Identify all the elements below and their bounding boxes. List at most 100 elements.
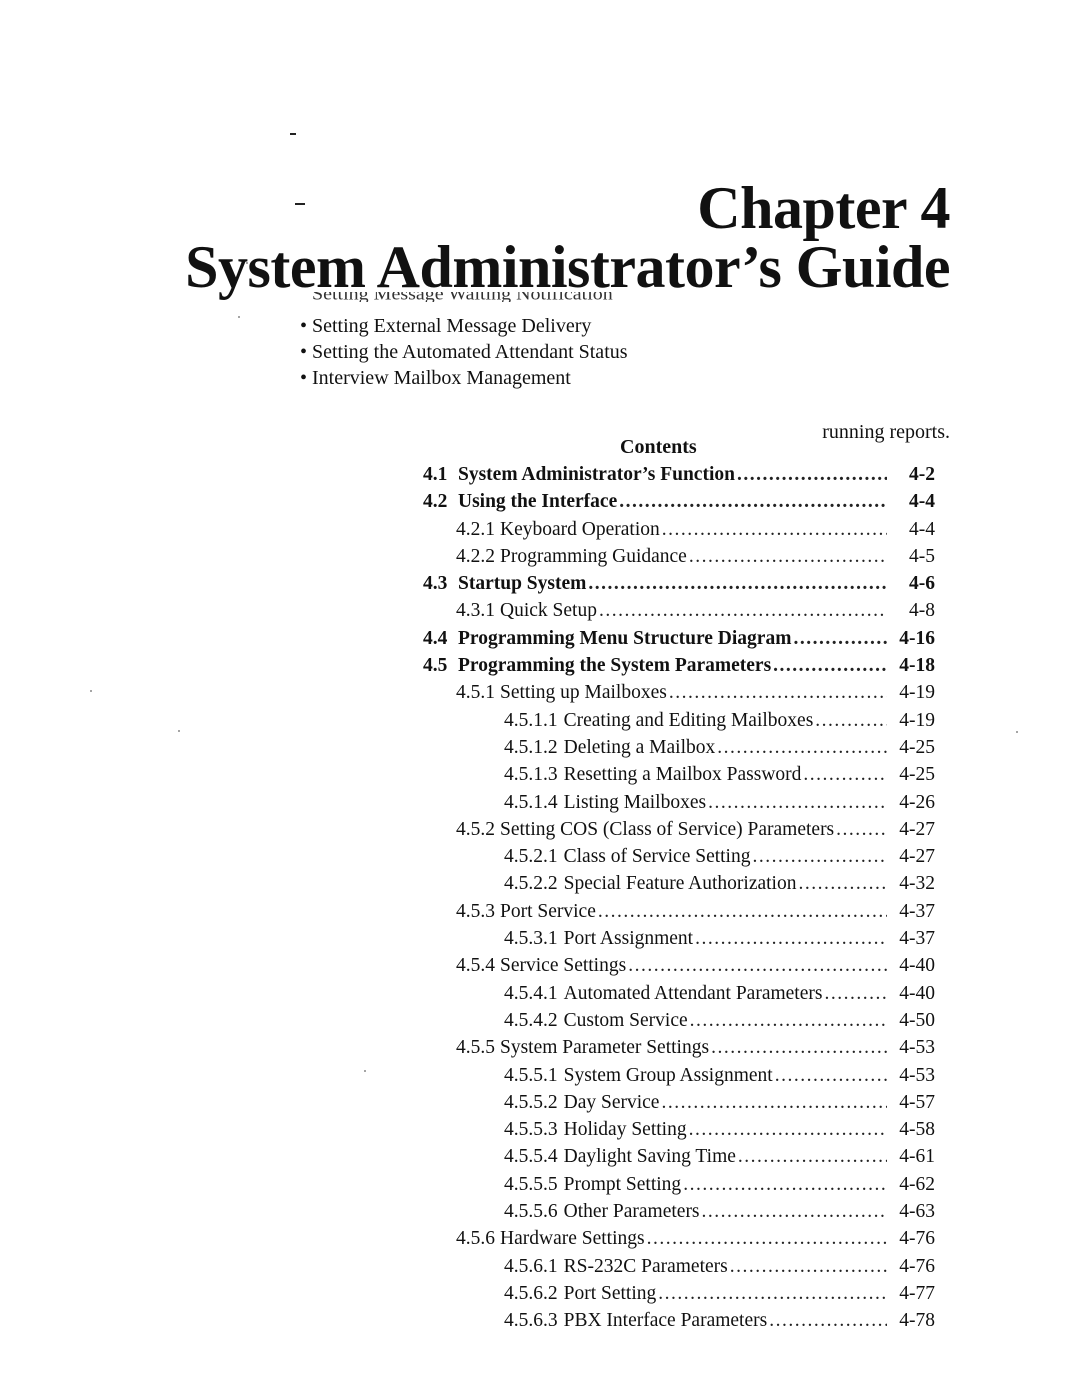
dot-leader	[803, 764, 887, 786]
toc-entry[interactable]: 4.5.6.1RS-232C Parameters 4-76	[423, 1256, 935, 1283]
toc-entry-title: Hardware Settings	[500, 1228, 645, 1250]
toc-entry[interactable]: 4.5.4Service Settings 4-40	[423, 955, 935, 982]
dot-leader	[711, 1037, 887, 1059]
toc-entry[interactable]: 4.5.1.2Deleting a Mailbox 4-25	[423, 737, 935, 764]
toc-entry[interactable]: 4.5.5.2Day Service 4-57	[423, 1092, 935, 1119]
toc-entry-number: 4.5.1.3	[504, 764, 558, 786]
dot-leader	[661, 1092, 887, 1114]
toc-entry[interactable]: 4.2 Using the Interface 4-4	[423, 491, 935, 518]
scan-speck	[178, 730, 180, 732]
toc-entry[interactable]: 4.5.6Hardware Settings 4-76	[423, 1228, 935, 1255]
toc-entry-title: System Administrator’s Function	[458, 464, 735, 485]
toc-entry-number: 4.5.1.2	[504, 736, 558, 758]
dot-leader	[730, 1256, 887, 1278]
scan-speck	[1016, 731, 1018, 733]
toc-entry-title: Creating and Editing Mailboxes	[563, 709, 814, 731]
toc-entry[interactable]: 4.1 System Administrator’s Function 4-2	[423, 464, 935, 491]
toc-entry[interactable]: 4.5.2.2Special Feature Authorization 4-32	[423, 873, 935, 900]
toc-entry[interactable]: 4.3 Startup System 4-6	[423, 573, 935, 600]
dot-leader	[628, 955, 887, 977]
toc-entry-page: 4-19	[899, 709, 935, 731]
feature-bullet-list: • Setting External Message Delivery • Sett…	[300, 313, 628, 391]
toc-entry-title: Programming Guidance	[500, 545, 687, 567]
toc-entry-number: 4.5.1.4	[504, 791, 558, 813]
toc-entry[interactable]: 4.5 Programming the System Parameters 4-18	[423, 655, 935, 682]
toc-entry-page: 4-78	[899, 1310, 935, 1332]
dot-leader	[738, 1146, 887, 1168]
toc-entry-page: 4-53	[899, 1037, 935, 1059]
toc-entry-page: 4-16	[899, 627, 935, 649]
toc-entry[interactable]: 4.5.3Port Service 4-37	[423, 901, 935, 928]
toc-entry-page: 4-53	[899, 1064, 935, 1086]
dot-leader	[689, 546, 887, 568]
toc-entry-title: Quick Setup	[500, 600, 597, 622]
toc-entry-page: 4-2	[909, 464, 935, 485]
toc-entry-page: 4-27	[899, 818, 935, 840]
toc-entry[interactable]: 4.5.5System Parameter Settings 4-53	[423, 1037, 935, 1064]
toc-entry[interactable]: 4.5.5.6Other Parameters 4-63	[423, 1201, 935, 1228]
bullet-icon: •	[300, 341, 308, 363]
toc-entry-page: 4-4	[909, 491, 935, 513]
toc-entry[interactable]: 4.2.2Programming Guidance 4-5	[423, 546, 935, 573]
toc-entry-page: 4-37	[899, 928, 935, 950]
toc-entry[interactable]: 4.5.1Setting up Mailboxes 4-19	[423, 682, 935, 709]
toc-entry[interactable]: 4.5.1.3Resetting a Mailbox Password 4-25	[423, 764, 935, 791]
toc-entry-page: 4-40	[899, 955, 935, 977]
dot-leader	[683, 1174, 887, 1196]
toc-entry[interactable]: 4.4 Programming Menu Structure Diagram 4-1…	[423, 628, 935, 655]
toc-entry-page: 4-19	[899, 682, 935, 704]
toc-entry-page: 4-6	[909, 573, 935, 595]
toc-entry[interactable]: 4.5.4.2Custom Service 4-50	[423, 1010, 935, 1037]
toc-entry[interactable]: 4.2.1Keyboard Operation 4-4	[423, 519, 935, 546]
toc-entry[interactable]: 4.5.4.1Automated Attendant Parameters 4-4…	[423, 983, 935, 1010]
toc-entry[interactable]: 4.5.5.5Prompt Setting 4-62	[423, 1174, 935, 1201]
toc-entry-number: 4.5.5.1	[504, 1064, 558, 1086]
dot-leader	[769, 1310, 887, 1332]
toc-entry-number: 4.5.5.5	[504, 1173, 558, 1195]
toc-entry[interactable]: 4.5.2.1Class of Service Setting 4-27	[423, 846, 935, 873]
toc-entry-number: 4.5.6.1	[504, 1255, 558, 1277]
toc-entry-title: Setting up Mailboxes	[500, 682, 667, 704]
toc-entry-number: 4.4	[423, 627, 448, 649]
toc-entry-number: 4.5.2	[456, 818, 495, 840]
toc-entry-page: 4-61	[899, 1146, 935, 1168]
toc-entry-title: Port Assignment	[563, 928, 694, 950]
toc-entry-number: 4.5.5.3	[504, 1119, 558, 1141]
toc-entry-number: 4.5.6.3	[504, 1310, 558, 1332]
toc-entry-title: Startup System	[458, 573, 587, 595]
bullet-icon: •	[300, 367, 308, 389]
scan-speck	[90, 690, 92, 692]
dot-leader	[775, 1065, 887, 1087]
dot-leader	[708, 792, 887, 814]
toc-entry-title: Port Setting	[563, 1282, 657, 1304]
toc-entry-page: 4-63	[899, 1201, 935, 1223]
toc-entry[interactable]: 4.5.5.1System Group Assignment 4-53	[423, 1065, 935, 1092]
toc-entry-title: Resetting a Mailbox Password	[563, 764, 802, 786]
dot-leader	[598, 901, 887, 923]
toc-entry[interactable]: 4.5.1.4Listing Mailboxes 4-26	[423, 792, 935, 819]
toc-entry[interactable]: 4.5.6.2Port Setting 4-77	[423, 1283, 935, 1310]
toc-entry-number: 4.5.6	[456, 1228, 495, 1250]
toc-entry[interactable]: 4.5.5.3Holiday Setting 4-58	[423, 1119, 935, 1146]
toc-entry[interactable]: 4.5.1.1Creating and Editing Mailboxes 4-1…	[423, 710, 935, 737]
clipped-text-line: Setting Message Waiting Notification	[312, 292, 613, 302]
toc-entry-number: 4.5.4.1	[504, 982, 558, 1004]
toc-entry-title: Daylight Saving Time	[563, 1146, 736, 1168]
toc-entry-title: RS-232C Parameters	[563, 1255, 728, 1277]
dot-leader	[658, 1283, 887, 1305]
toc-entry-number: 4.5.1	[456, 682, 495, 704]
toc-entry[interactable]: 4.5.5.4Daylight Saving Time 4-61	[423, 1146, 935, 1173]
bullet-icon: •	[300, 315, 308, 337]
toc-entry[interactable]: 4.5.6.3PBX Interface Parameters 4-78	[423, 1310, 935, 1337]
toc-entry[interactable]: 4.3.1Quick Setup 4-8	[423, 600, 935, 627]
toc-entry[interactable]: 4.5.2 Setting COS (Class of Service) Para…	[423, 819, 935, 846]
toc-entry[interactable]: 4.5.3.1Port Assignment 4-37	[423, 928, 935, 955]
dot-leader	[717, 737, 887, 759]
toc-entry-page: 4-76	[899, 1255, 935, 1277]
toc-entry-title: Custom Service	[563, 1009, 688, 1031]
toc-entry-title: PBX Interface Parameters	[563, 1310, 768, 1332]
toc-entry-number: 4.5.2.1	[504, 846, 558, 868]
dot-leader	[752, 846, 887, 868]
bullet-text: Setting the Automated Attendant Status	[312, 341, 628, 363]
toc-entry-number: 4.5.6.2	[504, 1282, 558, 1304]
